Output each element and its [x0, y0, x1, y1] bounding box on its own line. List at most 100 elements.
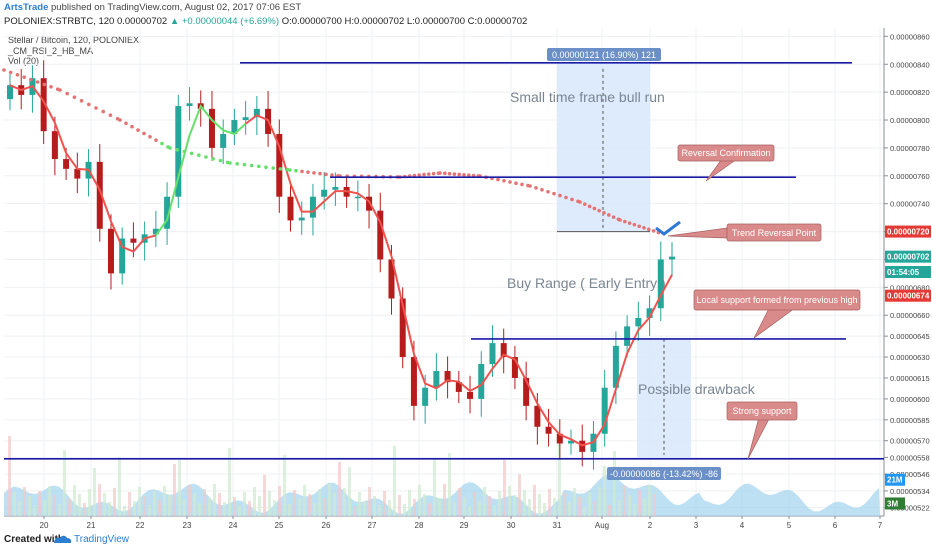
volume-bar — [173, 464, 176, 516]
candle-body — [242, 117, 249, 121]
ema-dot — [623, 219, 627, 224]
volume-bar — [503, 460, 506, 516]
candle-body — [332, 186, 339, 190]
ema-dot — [438, 171, 442, 175]
ema-dot — [278, 167, 283, 171]
ema-dot — [570, 197, 574, 202]
x-tick-label: 21 — [87, 521, 96, 530]
volume-bar — [53, 495, 56, 516]
candle-body — [130, 238, 137, 243]
volume-bar — [343, 488, 346, 516]
ema-dot — [647, 227, 651, 232]
x-tick-label: 6 — [833, 521, 838, 530]
ema-dot — [330, 173, 334, 177]
ema-dot — [607, 213, 611, 217]
volume-bar — [28, 496, 31, 516]
y-tick-label: 0.00000860 — [890, 32, 930, 41]
candle-body — [467, 391, 474, 399]
volume-bar — [168, 495, 171, 516]
y-tick-label: 0.00000760 — [890, 172, 930, 181]
volume-bar — [283, 455, 286, 516]
annotation-local-support-pointer — [753, 308, 795, 339]
ema-dot — [2, 68, 6, 72]
ema-dot — [564, 195, 568, 200]
y-tick-label: 0.00000740 — [890, 200, 930, 209]
volume-bar — [203, 489, 206, 516]
volume-bar — [478, 501, 481, 516]
volume-bar — [418, 485, 421, 516]
x-tick-label: 20 — [40, 521, 49, 530]
ema-dot — [148, 135, 152, 139]
ema-dot — [257, 164, 261, 169]
ema-dot — [249, 163, 254, 168]
volume-bar — [373, 496, 376, 516]
ema-dot — [288, 168, 292, 172]
volume-bar — [333, 493, 336, 516]
ema-dot — [228, 161, 232, 165]
volume-bar — [253, 487, 256, 516]
candle-body — [208, 108, 215, 148]
volume-bar — [528, 499, 531, 516]
ema-dot — [142, 131, 146, 136]
volume-bar — [213, 484, 216, 516]
candle-body — [321, 189, 328, 197]
volume-bar — [163, 486, 166, 516]
ema-dot — [552, 191, 556, 196]
tradingview-brand-text[interactable]: TradingView — [74, 534, 129, 545]
candle-body — [433, 370, 440, 388]
ema-dot — [611, 215, 616, 219]
candle-body — [354, 196, 361, 199]
volume-bar — [68, 499, 71, 516]
y-tick-label: 0.00000585 — [890, 416, 930, 425]
x-tick-label: 23 — [183, 521, 192, 530]
volume-bar — [648, 485, 651, 516]
measure-up-label: 0.00000121 (16.90%) 121 — [552, 50, 656, 60]
ema-dot — [558, 193, 562, 198]
ema-dot — [15, 73, 20, 77]
volume-bar — [398, 495, 401, 516]
volume-bar — [488, 496, 491, 516]
y-tick-label: 0.00000570 — [890, 437, 930, 446]
annotation-drawback: Possible drawback — [638, 381, 756, 397]
y-tick-label: 0.00000558 — [890, 453, 930, 462]
price-chart[interactable]: 0.00000121 (16.90%) 121 -0.00000086 (-13.… — [0, 0, 932, 531]
ema-dot — [578, 200, 582, 204]
volume-bar — [633, 504, 636, 516]
candle-body — [624, 326, 631, 346]
volume-bar — [408, 490, 411, 516]
volume-bar — [78, 494, 81, 516]
candle-body — [669, 256, 675, 260]
y-tick-label: 0.00000800 — [890, 116, 930, 125]
volume-bar — [138, 487, 141, 516]
ema-dot — [637, 224, 641, 229]
ema-dot — [175, 148, 179, 152]
annotation-strong-support-pointer — [747, 418, 770, 460]
y-tick-label: 0.00000645 — [890, 332, 930, 341]
ema-dot — [431, 171, 436, 176]
volume-bar — [263, 475, 266, 516]
volume-bar — [43, 500, 46, 516]
volume-bar — [223, 502, 226, 516]
candle-body — [51, 131, 58, 160]
annotation-strong-support: Strong support — [732, 406, 792, 416]
y-tick-label: 0.00000780 — [890, 144, 930, 153]
ema-dot — [294, 168, 298, 173]
volume-bar — [413, 499, 416, 516]
ema-dot — [22, 75, 26, 79]
volume-bar — [198, 503, 201, 516]
ema-dot — [204, 155, 208, 159]
volume-bar — [113, 488, 116, 516]
x-tick-label: 29 — [460, 521, 469, 530]
volume-bar — [98, 484, 101, 516]
ema-dot — [583, 202, 587, 206]
volume-bar — [568, 502, 571, 516]
ema-dot — [618, 218, 622, 222]
volume-bar — [33, 505, 36, 516]
ema-dot — [324, 172, 328, 177]
volume-bar — [348, 467, 351, 516]
ema-dot — [632, 222, 637, 227]
volume-bar — [218, 493, 221, 516]
volume-bar — [433, 459, 436, 516]
y-tick-label: 0.00000534 — [890, 487, 930, 496]
volume-bar — [143, 496, 146, 516]
